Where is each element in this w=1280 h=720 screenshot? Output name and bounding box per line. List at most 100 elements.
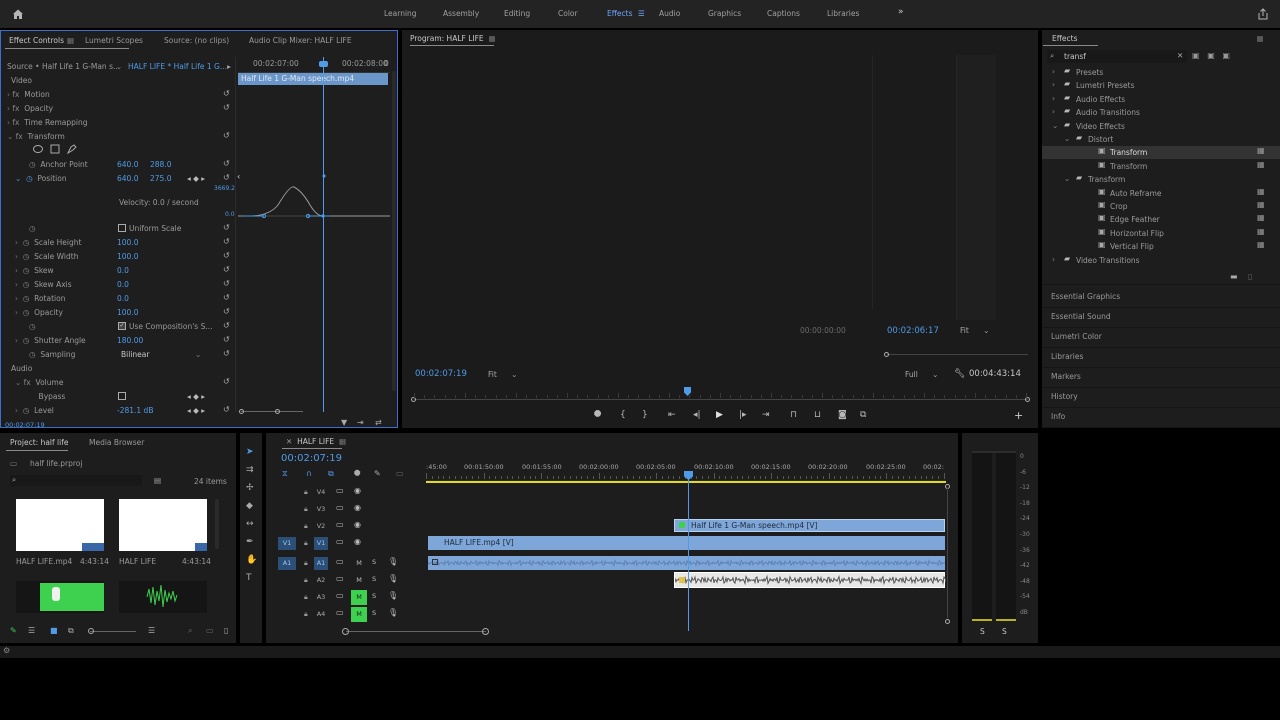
source-inset-frame[interactable]	[956, 55, 996, 320]
fx-opacity-row[interactable]: › fx Opacity	[7, 101, 227, 115]
workspace-menu-icon[interactable]: ☰	[638, 9, 645, 18]
source-patch-a1[interactable]: A1	[278, 557, 296, 570]
accelerated-effects-icon[interactable]: ▣	[1192, 51, 1200, 60]
clip-v2[interactable]: Half Life 1 G-Man speech.mp4 [V]	[674, 519, 945, 532]
tab-source[interactable]: Source: (no clips)	[164, 36, 229, 45]
captions-icon[interactable]: ▭	[396, 469, 404, 478]
scale-height-value[interactable]: 100.0	[117, 238, 138, 247]
new-item-icon[interactable]: ▯	[224, 626, 228, 635]
skew-value[interactable]: 0.0	[117, 266, 129, 275]
position-x-value[interactable]: 640.0	[117, 174, 138, 183]
stopwatch-icon[interactable]: ◷	[26, 174, 37, 183]
new-search-bin-icon[interactable]: ▤	[154, 476, 161, 485]
effects-tree-item[interactable]: ▣ ▦ Horizontal Flip	[1042, 227, 1280, 240]
panel-menu-icon[interactable]: ▦	[67, 36, 74, 45]
mask-ellipse-icon[interactable]	[33, 144, 79, 154]
clear-search-icon[interactable]: ✕	[1177, 51, 1183, 60]
position-y-value[interactable]: 275.0	[150, 174, 171, 183]
reset-icon[interactable]: ↺	[223, 405, 230, 414]
lock-icon[interactable]: 🔒︎	[304, 522, 308, 531]
effects-tree-item[interactable]: ▣ ▦ Transform	[1042, 160, 1280, 173]
track-name[interactable]: A3	[314, 591, 328, 604]
effects-tree-item[interactable]: ⌄ ▰ Video Effects	[1042, 120, 1280, 133]
sync-lock-icon[interactable]: ▭	[336, 608, 344, 617]
clip-a1[interactable]	[428, 556, 945, 570]
panel-menu-icon[interactable]: ▦	[1256, 34, 1264, 43]
step-back-icon[interactable]: ◂|	[693, 410, 701, 420]
opacity-value[interactable]: 100.0	[117, 308, 138, 317]
project-thumb-4[interactable]	[119, 581, 207, 613]
reset-icon[interactable]: ↺	[223, 131, 230, 140]
track-name[interactable]: V4	[314, 486, 328, 499]
reset-icon[interactable]: ↺	[223, 237, 230, 246]
sync-lock-icon[interactable]: ▭	[336, 486, 344, 495]
lock-icon[interactable]: 🔒︎	[304, 559, 308, 568]
rotation-value[interactable]: 0.0	[117, 294, 129, 303]
section-essential-graphics[interactable]: Essential Graphics	[1051, 292, 1120, 301]
effects-tree-item[interactable]: › ▰ Lumetri Presets	[1042, 79, 1280, 92]
razor-icon[interactable]: ◆	[246, 501, 253, 511]
workspace-tab-editing[interactable]: Editing	[504, 9, 530, 18]
mute-button[interactable]: M	[351, 590, 367, 605]
section-markers[interactable]: Markers	[1051, 372, 1081, 381]
ec-playhead-head[interactable]	[319, 61, 328, 67]
stopwatch-icon[interactable]: ◷	[29, 350, 40, 359]
eye-icon[interactable]: ◉	[354, 503, 361, 512]
clip-a2[interactable]	[674, 572, 946, 588]
skew-axis-value[interactable]: 0.0	[117, 280, 129, 289]
clip-v1[interactable]: HALF LIFE.mp4 [V]	[428, 536, 945, 550]
reset-icon[interactable]: ↺	[223, 279, 230, 288]
keyframe-icon[interactable]: ‹	[237, 172, 240, 181]
add-marker-icon[interactable]: ⯃	[594, 410, 601, 420]
stopwatch-icon[interactable]: ◷	[23, 266, 34, 275]
timeline-v-scroll[interactable]	[947, 488, 948, 618]
section-lumetri-color[interactable]: Lumetri Color	[1051, 332, 1102, 341]
zoom-slider[interactable]	[90, 631, 136, 632]
sync-lock-icon[interactable]: ▭	[336, 591, 344, 600]
reset-icon[interactable]: ↺	[223, 103, 230, 112]
section-libraries[interactable]: Libraries	[1051, 352, 1083, 361]
fx-transform-row[interactable]: ⌄ fx Transform	[7, 129, 227, 143]
stopwatch-icon[interactable]: ◷	[23, 336, 34, 345]
project-thumb-2[interactable]	[119, 499, 207, 551]
project-thumb-3[interactable]	[16, 581, 104, 613]
stopwatch-icon[interactable]: ◷	[23, 280, 34, 289]
workspace-tab-learning[interactable]: Learning	[384, 9, 417, 18]
effects-search-input[interactable]: ⌕ transf ✕	[1047, 50, 1187, 63]
resolution-dropdown[interactable]: Full ⌄	[905, 370, 938, 379]
solo-button[interactable]: S	[372, 609, 376, 617]
source-scrub-bar[interactable]	[887, 354, 1028, 355]
tab-project[interactable]: Project: half life	[10, 438, 68, 447]
tab-lumetri-scopes[interactable]: Lumetri Scopes	[85, 36, 143, 45]
chevron-down-icon[interactable]: ⌄	[115, 62, 123, 71]
lock-icon[interactable]: 🔒︎	[304, 539, 308, 548]
list-view-icon[interactable]: ☰	[28, 626, 35, 635]
mute-button[interactable]: M	[351, 556, 367, 571]
effects-tree-item[interactable]: ▣ ▦ Vertical Flip	[1042, 240, 1280, 253]
tab-audio-clip-mixer[interactable]: Audio Clip Mixer: HALF LIFE	[249, 36, 352, 45]
microphone-icon[interactable]: 🎙︎	[388, 557, 398, 566]
source-fit-dropdown[interactable]: Fit ⌄	[960, 326, 989, 335]
reset-icon[interactable]: ↺	[223, 173, 230, 182]
tab-effect-controls[interactable]: Effect Controls	[9, 36, 64, 45]
level-value[interactable]: -281.1 dB	[117, 406, 153, 415]
play-icon[interactable]: ▶	[716, 410, 723, 420]
play-only-audio-icon[interactable]: ▸	[225, 62, 233, 71]
lock-icon[interactable]: 🔒︎	[304, 505, 308, 514]
step-forward-icon[interactable]: |▸	[739, 410, 747, 420]
section-history[interactable]: History	[1051, 392, 1078, 401]
program-fit-dropdown[interactable]: Fit ⌄	[488, 370, 517, 379]
timeline-timecode[interactable]: 00:02:07:19	[281, 453, 342, 464]
pen-icon[interactable]: ✒	[246, 537, 254, 547]
ec-scrollbar[interactable]	[392, 71, 396, 391]
anchor-x-value[interactable]: 640.0	[117, 160, 138, 169]
effects-tree-item[interactable]: ▣ ▦ Transform	[1042, 146, 1280, 160]
nest-icon[interactable]: ⧖	[282, 469, 288, 479]
find-icon[interactable]: ⌕	[188, 626, 192, 636]
section-info[interactable]: Info	[1051, 412, 1065, 421]
stopwatch-icon[interactable]: ◷	[23, 252, 34, 261]
reset-icon[interactable]: ↺	[223, 89, 230, 98]
effects-tree-item[interactable]: ⌄ ▰ Distort	[1042, 133, 1280, 146]
eye-icon[interactable]: ◉	[354, 520, 361, 529]
solo-button[interactable]: S	[372, 558, 376, 566]
